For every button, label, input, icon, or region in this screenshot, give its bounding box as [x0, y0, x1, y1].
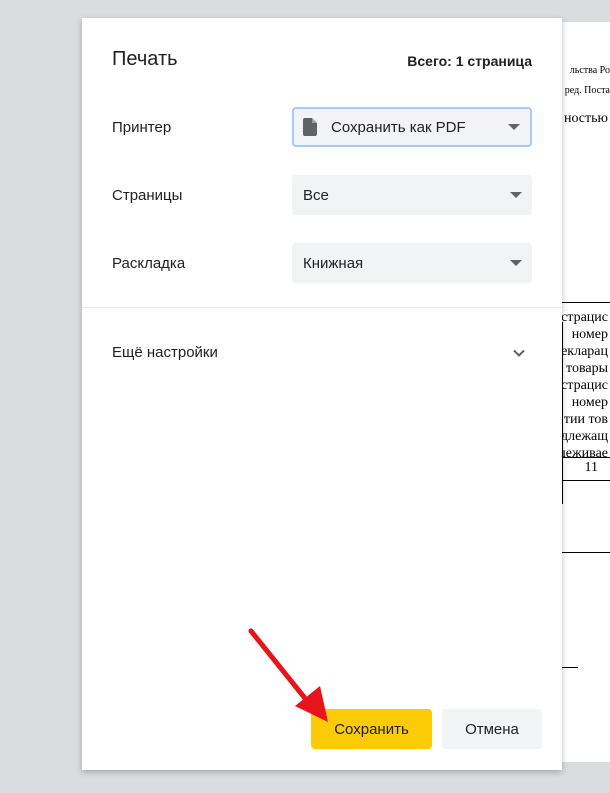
preview-table-line: номер [571, 395, 608, 410]
dropdown-arrow-icon [508, 124, 520, 130]
preview-table-line: екларац [562, 344, 608, 359]
preview-table-row-line [562, 457, 610, 458]
preview-table-line: страцис [562, 378, 608, 393]
preview-column-number: 11 [584, 460, 598, 475]
preview-table-row-line [562, 480, 610, 481]
preview-table-line: тии тов [563, 412, 608, 427]
preview-table-top-line [562, 302, 610, 303]
document-icon [303, 118, 317, 136]
preview-table-line: товары [566, 361, 608, 376]
preview-table-line: номер [571, 327, 608, 342]
pages-value: Все [303, 186, 329, 204]
chevron-down-icon[interactable] [512, 346, 526, 360]
preview-signature-line [562, 667, 578, 668]
preview-header-line-2: ред. Поста [564, 85, 610, 96]
more-settings-label[interactable]: Ещё настройки [112, 344, 218, 361]
save-button[interactable]: Сохранить [311, 709, 432, 749]
preview-table-bottom-line [562, 552, 610, 553]
cancel-button[interactable]: Отмена [442, 709, 542, 749]
printer-label: Принтер [112, 119, 172, 136]
dropdown-arrow-icon [510, 260, 522, 266]
layout-value: Книжная [303, 254, 364, 272]
pages-label: Страницы [112, 187, 183, 204]
printer-select[interactable]: Сохранить как PDF [292, 107, 532, 147]
print-dialog: Печать Всего: 1 страница Принтер Сохрани… [82, 18, 562, 770]
section-divider [82, 307, 562, 308]
dialog-title: Печать [112, 48, 178, 70]
preview-background [0, 0, 82, 793]
total-pages: Всего: 1 страница [407, 53, 532, 69]
printer-value: Сохранить как PDF [331, 118, 466, 136]
dropdown-arrow-icon [510, 192, 522, 198]
preview-table-line: страцис [562, 310, 608, 325]
preview-subtitle: ностью [563, 111, 608, 126]
pages-select[interactable]: Все [292, 175, 532, 215]
layout-label: Раскладка [112, 255, 186, 272]
layout-select[interactable]: Книжная [292, 243, 532, 283]
preview-table-line: длежащ [562, 429, 608, 444]
preview-header-line-1: льства Ро [569, 65, 610, 76]
document-preview: льства Ро ред. Поста ностью страцис номе… [562, 22, 610, 762]
